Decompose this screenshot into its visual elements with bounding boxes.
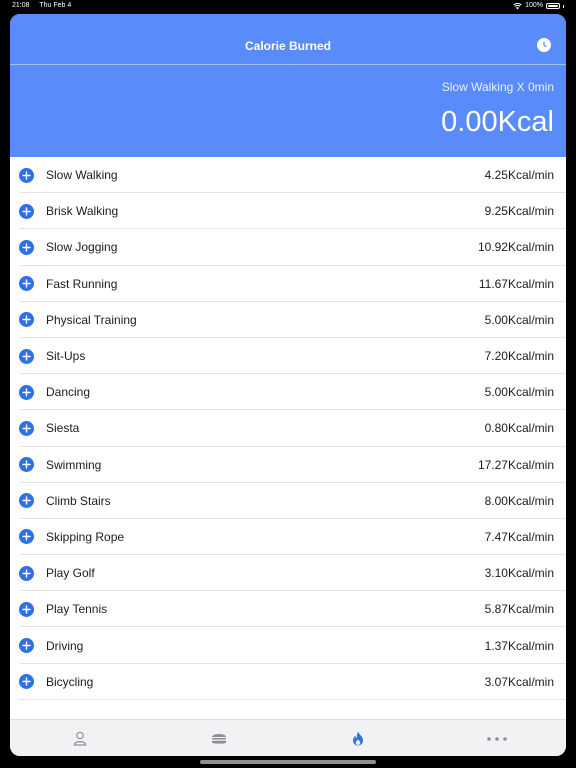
activity-rate: 3.07Kcal/min [484,674,554,689]
status-bar: 21:08 Thu Feb 4 100% [0,0,576,12]
activity-name: Fast Running [46,276,118,291]
activity-rate: 5.00Kcal/min [484,312,554,327]
activity-row[interactable]: Sit-Ups 7.20Kcal/min [10,338,566,375]
add-icon[interactable] [19,493,34,509]
add-icon[interactable] [19,420,34,436]
activity-row[interactable]: Slow Walking 4.25Kcal/min [10,157,566,194]
activity-row[interactable]: Physical Training 5.00Kcal/min [10,302,566,339]
tab-person[interactable] [10,720,149,756]
activity-rate: 5.00Kcal/min [484,385,554,400]
activity-name: Slow Jogging [46,240,118,255]
more-icon [486,736,507,741]
add-icon[interactable] [19,529,34,545]
status-time: 21:08 [12,2,30,9]
activity-row[interactable]: Slow Jogging 10.92Kcal/min [10,229,566,266]
activity-rate: 11.67Kcal/min [478,276,554,291]
activity-row[interactable]: Swimming 17.27Kcal/min [10,447,566,483]
add-icon[interactable] [19,239,34,255]
battery-icon [546,3,560,9]
status-right: 100% [513,0,564,12]
activity-name: Skipping Rope [46,529,125,544]
activity-rate: 1.37Kcal/min [484,638,554,653]
nav-divider [10,64,566,65]
activity-rate: 9.25Kcal/min [484,204,554,219]
activity-row[interactable]: Driving 1.37Kcal/min [10,627,566,664]
add-icon[interactable] [19,384,34,400]
clock-icon [543,41,547,47]
activity-row[interactable]: Bicycling 3.07Kcal/min [10,664,566,701]
activity-rate: 10.92Kcal/min [477,240,554,255]
activity-row[interactable]: Skipping Rope 7.47Kcal/min [10,519,566,556]
tab-more[interactable] [427,720,566,756]
activity-rate: 8.00Kcal/min [484,493,554,508]
flame-icon [352,731,364,746]
add-icon[interactable] [19,638,34,654]
activity-name: Swimming [46,457,102,472]
person-icon [73,731,87,746]
add-icon[interactable] [19,203,34,219]
activity-duration-label: Slow Walking X 0min [441,80,554,94]
status-left: 21:08 Thu Feb 4 [12,0,79,12]
activity-list[interactable]: Slow Walking 4.25Kcal/min Brisk Walking 9.2… [10,157,566,719]
summary-header: Calorie Burned Slow Walking X 0min 0.00K… [10,14,566,157]
battery-percent: 100% [525,2,543,9]
activity-row[interactable]: Siesta 0.80Kcal/min [10,410,566,447]
activity-name: Climb Stairs [46,493,111,508]
activity-rate: 17.27Kcal/min [477,457,554,472]
activity-row[interactable]: Climb Stairs 8.00Kcal/min [10,483,566,520]
add-icon[interactable] [19,601,34,617]
add-icon[interactable] [19,312,34,328]
activity-name: Brisk Walking [46,204,119,219]
add-icon[interactable] [19,565,34,581]
activity-name: Dancing [46,385,91,400]
activity-name: Physical Training [46,312,137,327]
add-icon[interactable] [19,276,34,292]
activity-rate: 0.80Kcal/min [484,421,554,436]
activity-name: Siesta [46,421,80,436]
activity-name: Driving [46,638,84,653]
tab-bar [10,719,566,756]
activity-name: Play Tennis [46,602,108,617]
activity-row[interactable]: Fast Running 11.67Kcal/min [10,266,566,302]
activity-name: Bicycling [46,674,94,689]
status-date: Thu Feb 4 [39,2,72,9]
activity-row[interactable]: Play Golf 3.10Kcal/min [10,555,566,592]
add-icon[interactable] [19,167,34,183]
activity-row[interactable]: Play Tennis 5.87Kcal/min [10,591,566,628]
activity-name: Play Golf [46,566,95,581]
add-icon[interactable] [19,674,34,690]
activity-rate: 7.47Kcal/min [484,529,554,544]
burger-icon [211,732,227,745]
activity-name: Slow Walking [46,168,118,183]
activity-row[interactable]: Dancing 5.00Kcal/min [10,374,566,411]
home-indicator[interactable] [200,760,376,764]
activity-row[interactable]: Brisk Walking 9.25Kcal/min [10,193,566,230]
activity-rate: 7.20Kcal/min [484,349,554,364]
app-sheet: Calorie Burned Slow Walking X 0min 0.00K… [10,14,566,756]
activity-rate: 4.25Kcal/min [484,168,554,183]
tab-flame[interactable] [288,720,427,756]
tab-burger[interactable] [149,720,288,756]
activity-rate: 5.87Kcal/min [484,602,554,617]
total-calories: 0.00Kcal [441,106,554,138]
activity-rate: 3.10Kcal/min [484,566,554,581]
activity-name: Sit-Ups [46,349,86,364]
add-icon[interactable] [19,348,34,364]
add-icon[interactable] [19,457,34,473]
page-title: Calorie Burned [244,39,331,53]
wifi-icon [513,2,522,9]
battery-tip [563,4,564,8]
history-button[interactable] [537,38,551,52]
